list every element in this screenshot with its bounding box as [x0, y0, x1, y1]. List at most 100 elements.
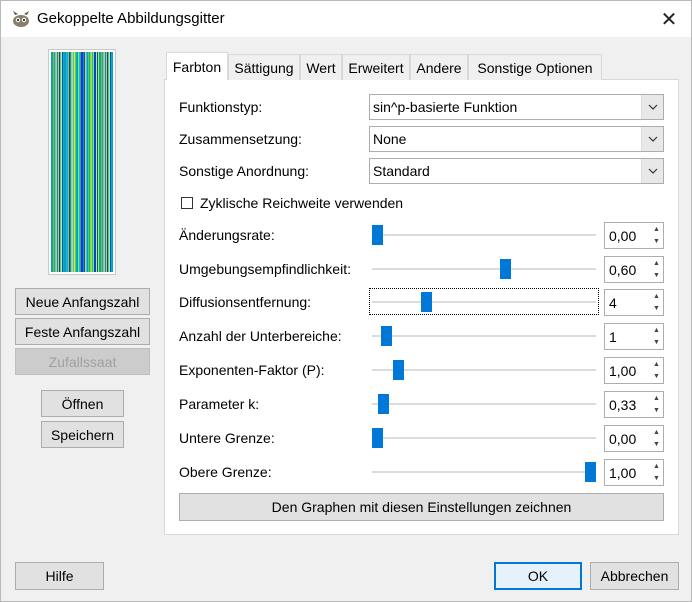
- random-seed-button[interactable]: Zufallssaat: [15, 348, 150, 375]
- tab-saettigung[interactable]: Sättigung: [228, 54, 300, 80]
- tab-farbton[interactable]: Farbton: [166, 52, 228, 80]
- slider-track[interactable]: [372, 301, 596, 303]
- slider-track[interactable]: [372, 369, 596, 371]
- value-spinbox[interactable]: 0,00 ▲ ▼: [604, 222, 664, 249]
- spin-down-icon[interactable]: ▼: [651, 270, 662, 281]
- value-spinbox[interactable]: 1 ▲ ▼: [604, 323, 664, 350]
- spinbox-value: 0,00: [609, 228, 637, 244]
- value-spinbox[interactable]: 0,33 ▲ ▼: [604, 391, 664, 418]
- tab-wert[interactable]: Wert: [300, 54, 342, 80]
- spin-down-icon[interactable]: ▼: [651, 473, 662, 484]
- stripe: [58, 52, 60, 272]
- slider-thumb[interactable]: [393, 360, 405, 380]
- close-button[interactable]: ✕: [647, 1, 691, 37]
- value-spinbox[interactable]: 1,00 ▲ ▼: [604, 357, 664, 384]
- spin-down-icon[interactable]: ▼: [651, 236, 662, 247]
- slider-track[interactable]: [372, 335, 596, 337]
- spin-down-icon[interactable]: ▼: [651, 303, 662, 314]
- stripe: [77, 52, 79, 272]
- chevron-down-icon: [641, 127, 663, 151]
- open-button[interactable]: Öffnen: [41, 390, 124, 417]
- spin-up-icon[interactable]: ▲: [651, 258, 662, 269]
- stripe: [52, 52, 54, 272]
- composition-label: Zusammensetzung:: [179, 131, 302, 147]
- value-spinbox[interactable]: 4 ▲ ▼: [604, 289, 664, 316]
- tab-label: Erweitert: [348, 59, 404, 76]
- stripe: [110, 52, 112, 272]
- spin-up-icon[interactable]: ▲: [651, 461, 662, 472]
- stripe: [86, 52, 88, 272]
- misc-arrange-label: Sonstige Anordnung:: [179, 163, 309, 179]
- save-button[interactable]: Speichern: [41, 421, 124, 448]
- fixed-seed-button[interactable]: Feste Anfangszahl: [15, 318, 150, 345]
- random-seed-label: Zufallssaat: [48, 353, 117, 370]
- cancel-label: Abbrechen: [600, 568, 669, 584]
- function-type-select[interactable]: sin^p-basierte Funktion: [369, 94, 664, 120]
- fixed-seed-label: Feste Anfangszahl: [24, 323, 141, 340]
- stripe: [81, 52, 83, 272]
- stripe: [111, 52, 113, 272]
- spin-down-icon[interactable]: ▼: [651, 405, 662, 416]
- spin-up-icon[interactable]: ▲: [651, 291, 662, 302]
- cyclic-range-checkbox[interactable]: [181, 197, 193, 209]
- slider-thumb[interactable]: [420, 292, 432, 312]
- dialog-window: Gekoppelte Abbildungsgitter ✕ Neue Anfan…: [0, 0, 692, 602]
- ok-button[interactable]: OK: [494, 562, 582, 590]
- value-spinbox[interactable]: 1,00 ▲ ▼: [604, 459, 664, 486]
- slider-track[interactable]: [372, 471, 596, 473]
- slider-label: Umgebungsempfindlichkeit:: [179, 261, 351, 277]
- tab-erweitert[interactable]: Erweitert: [342, 54, 410, 80]
- close-icon: ✕: [660, 8, 678, 31]
- spinbox-value: 1,00: [609, 363, 637, 379]
- title-bar: Gekoppelte Abbildungsgitter ✕: [1, 1, 691, 37]
- spin-up-icon[interactable]: ▲: [651, 224, 662, 235]
- spin-up-icon[interactable]: ▲: [651, 325, 662, 336]
- slider-thumb[interactable]: [378, 394, 390, 414]
- slider-track[interactable]: [372, 437, 596, 439]
- stripe: [105, 52, 107, 272]
- cancel-button[interactable]: Abbrechen: [590, 562, 679, 590]
- slider-track[interactable]: [372, 234, 596, 236]
- spin-up-icon[interactable]: ▲: [651, 359, 662, 370]
- stripe: [89, 52, 91, 272]
- tab-label: Farbton: [172, 58, 222, 75]
- slider-thumb[interactable]: [380, 326, 392, 346]
- stripe: [69, 52, 71, 272]
- composition-select[interactable]: None: [369, 126, 664, 152]
- slider-thumb[interactable]: [372, 225, 383, 245]
- stripe: [76, 52, 78, 272]
- stripe: [51, 52, 53, 272]
- draw-graph-button[interactable]: Den Graphen mit diesen Einstellungen zei…: [179, 493, 664, 521]
- slider-thumb[interactable]: [499, 259, 511, 279]
- spin-down-icon[interactable]: ▼: [651, 439, 662, 450]
- stripe: [90, 52, 92, 272]
- slider-label: Exponenten-Faktor (P):: [179, 362, 325, 378]
- misc-arrange-select[interactable]: Standard: [369, 158, 664, 184]
- stripe: [103, 52, 105, 272]
- tab-label: Sonstige Optionen: [477, 59, 593, 76]
- ok-label: OK: [527, 568, 549, 584]
- new-seed-button[interactable]: Neue Anfangszahl: [15, 288, 150, 315]
- slider-thumb[interactable]: [372, 428, 383, 448]
- tab-sonstige-optionen[interactable]: Sonstige Optionen: [468, 54, 602, 80]
- spinbox-value: 4: [609, 295, 617, 311]
- spin-down-icon[interactable]: ▼: [651, 337, 662, 348]
- spin-up-icon[interactable]: ▲: [651, 427, 662, 438]
- misc-arrange-value: Standard: [373, 163, 430, 179]
- help-button[interactable]: Hilfe: [15, 562, 104, 590]
- spin-down-icon[interactable]: ▼: [651, 371, 662, 382]
- slider-track[interactable]: [372, 268, 596, 270]
- value-spinbox[interactable]: 0,60 ▲ ▼: [604, 256, 664, 283]
- stripe: [106, 52, 108, 272]
- slider-thumb[interactable]: [585, 462, 596, 482]
- spin-up-icon[interactable]: ▲: [651, 393, 662, 404]
- stripe: [74, 52, 76, 272]
- stripe: [61, 52, 63, 272]
- composition-value: None: [373, 131, 407, 147]
- tab-label: Andere: [416, 59, 462, 76]
- stripe: [88, 52, 90, 272]
- value-spinbox[interactable]: 0,00 ▲ ▼: [604, 425, 664, 452]
- slider-track[interactable]: [372, 403, 596, 405]
- tab-andere[interactable]: Andere: [410, 54, 468, 80]
- stripe: [109, 52, 111, 272]
